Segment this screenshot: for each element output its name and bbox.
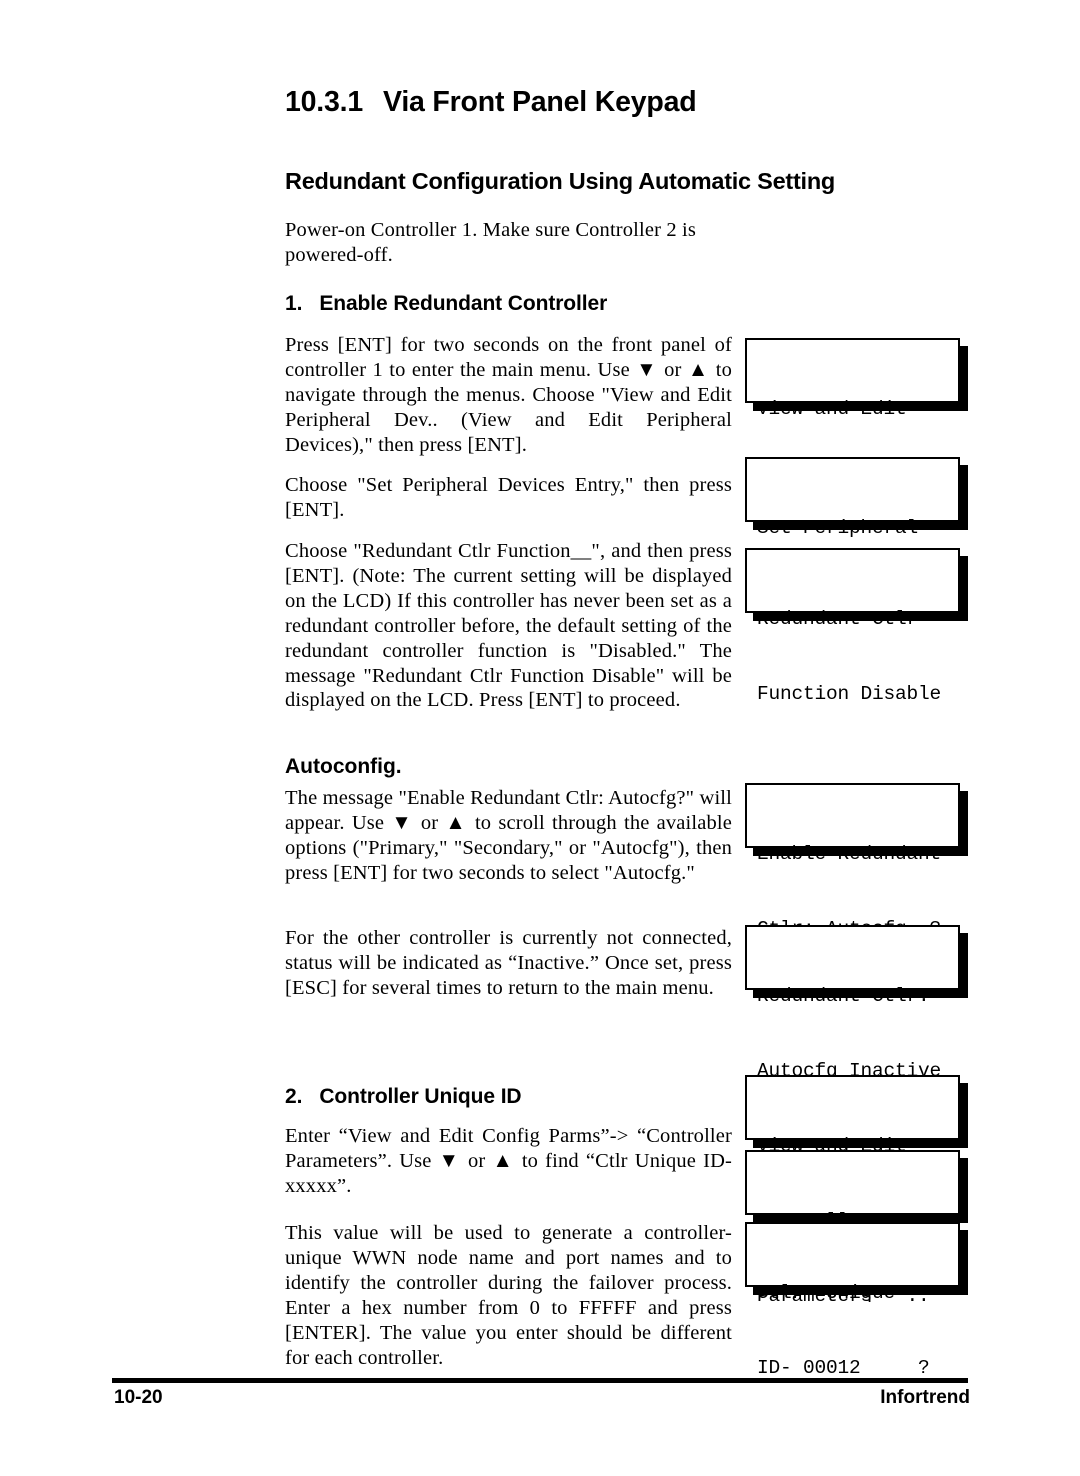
section-heading: 10.3.1 Via Front Panel Keypad xyxy=(285,86,945,119)
lcd-panel-set-peripheral-devices-entry: Set Peripheral Devices Entry xyxy=(745,457,960,614)
step1-heading: 1. Enable Redundant Controller xyxy=(285,292,607,316)
lcd-panel-redundant-ctlr-autocfg-inactive: Redundant Ctlr: Autocfg Inactive xyxy=(745,925,960,1082)
step2-heading: 2. Controller Unique ID xyxy=(285,1085,522,1109)
footer-page-number: 10-20 xyxy=(114,1387,163,1408)
step2-title: Controller Unique ID xyxy=(319,1085,522,1108)
step1-paragraph-1: Press [ENT] for two seconds on the front… xyxy=(285,334,732,456)
autoconfig-heading: Autoconfig. xyxy=(285,755,402,778)
lcd-panel-controller-parameters: Controller Parameters .. xyxy=(745,1150,960,1307)
step1-paragraph-3: Choose "Redundant Ctlr Function__", and … xyxy=(285,540,732,712)
step1-paragraph-2: Choose "Set Peripheral Devices Entry," t… xyxy=(285,474,732,521)
lcd-line-1: Redundant Ctlr: xyxy=(757,985,930,1007)
lcd-line-2: Function Disable xyxy=(757,683,942,705)
lcd-panel-view-and-edit-config-parms: View and Edit Config Parms xyxy=(745,1075,960,1232)
subtitle-heading: Redundant Configuration Using Automatic … xyxy=(285,168,836,194)
lcd-line-1: Set Peripheral xyxy=(757,517,919,539)
lcd-line-1: Ctlr Unique xyxy=(757,1282,896,1304)
lcd-panel-ctlr-unique-id: Ctlr Unique ID- 00012 ? xyxy=(745,1222,960,1379)
section-title: Via Front Panel Keypad xyxy=(383,86,697,118)
document-page: 10.3.1 Via Front Panel Keypad Redundant C… xyxy=(0,0,1080,1476)
section-number: 10.3.1 xyxy=(285,86,364,118)
footer-divider xyxy=(112,1378,968,1383)
step2-number: 2. xyxy=(285,1085,303,1108)
autoconfig-paragraph-2: For the other controller is currently no… xyxy=(285,927,732,999)
step1-number: 1. xyxy=(285,292,303,315)
footer-brand: Infortrend xyxy=(880,1387,970,1408)
intro-paragraph: Power-on Controller 1. Make sure Control… xyxy=(285,219,697,266)
lcd-line-1: Enable Redundant xyxy=(757,843,942,865)
step2-paragraph-1: Enter “View and Edit Config Parms”-> “Co… xyxy=(285,1125,732,1197)
lcd-panel-redundant-ctlr-function-disable: Redundant Ctlr Function Disable xyxy=(745,548,960,705)
autoconfig-paragraph-1: The message "Enable Redundant Ctlr: Auto… xyxy=(285,787,732,884)
step1-title: Enable Redundant Controller xyxy=(319,292,608,315)
lcd-line-1: View and Edit xyxy=(757,398,907,420)
step2-paragraph-2: This value will be used to generate a co… xyxy=(285,1222,732,1369)
lcd-line-1: Redundant Ctlr xyxy=(757,608,919,630)
lcd-panel-view-and-edit-peripheral-dev: View and Edit Peripheral Dev xyxy=(745,338,960,495)
lcd-panel-enable-redundant-ctlr-autocfg: Enable Redundant Ctlr: Autocfg ? xyxy=(745,783,960,940)
